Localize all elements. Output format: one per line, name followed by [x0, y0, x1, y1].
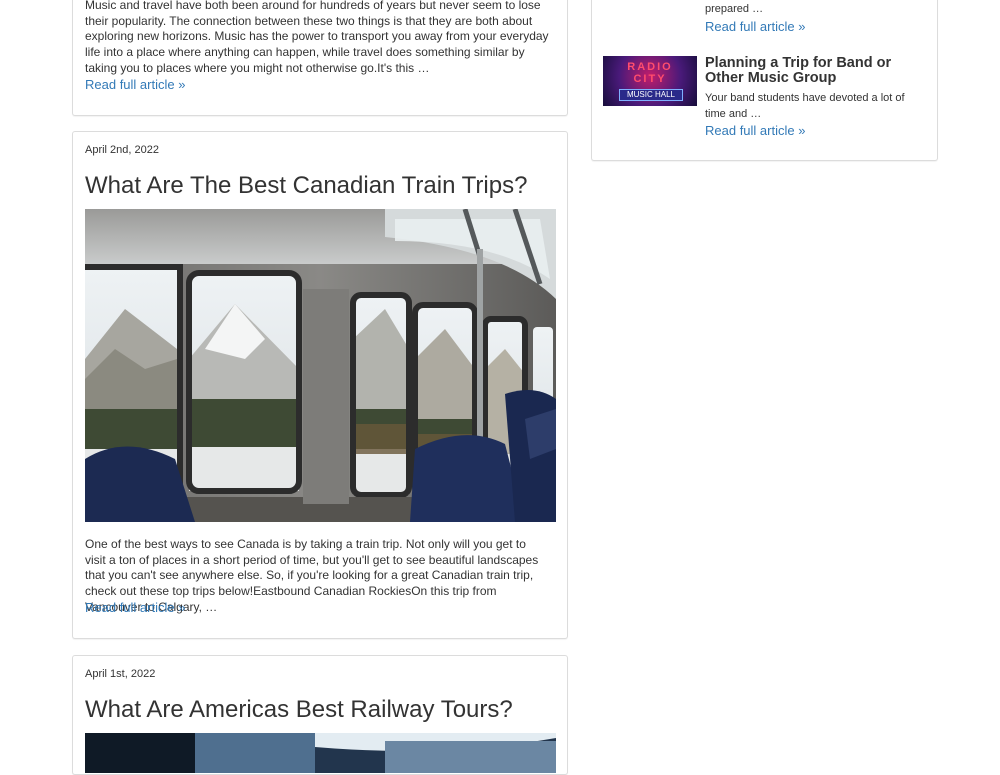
post-card: April 1st, 2022 What Are Americas Best R…	[72, 655, 568, 775]
post-card: April 2nd, 2022 What Are The Best Canadi…	[72, 131, 568, 639]
post-image[interactable]	[85, 733, 556, 773]
sidebar-read-more-link[interactable]: Read full article »	[705, 18, 805, 35]
post-date: April 2nd, 2022	[85, 144, 159, 156]
railway-tour-image	[85, 733, 556, 773]
post-image[interactable]	[85, 209, 556, 522]
sidebar-excerpt: prepared …	[705, 3, 764, 15]
read-more-link[interactable]: Read full article »	[85, 76, 185, 93]
post-date: April 1st, 2022	[85, 668, 156, 680]
sidebar-panel: prepared … Read full article » RADIO CIT…	[591, 0, 938, 161]
train-interior-image	[85, 209, 556, 522]
post-title[interactable]: What Are The Best Canadian Train Trips?	[85, 172, 527, 200]
thumbnail-sign-text-3: MUSIC HALL	[619, 89, 683, 101]
post-card: Music and travel have both been around f…	[72, 0, 568, 116]
sidebar-article-title[interactable]: Planning a Trip for Band or Other Music …	[705, 56, 925, 86]
sidebar-thumbnail[interactable]: RADIO CITY MUSIC HALL	[603, 56, 697, 106]
sidebar-read-more-link[interactable]: Read full article »	[705, 122, 805, 139]
post-title[interactable]: What Are Americas Best Railway Tours?	[85, 696, 513, 724]
thumbnail-sign-text-2: CITY	[633, 73, 667, 85]
read-more-link[interactable]: Read full article »	[85, 599, 185, 616]
post-excerpt: Music and travel have both been around f…	[85, 0, 549, 75]
sidebar-excerpt: Your band students have devoted a lot of…	[705, 92, 905, 120]
thumbnail-sign-text-1: RADIO	[627, 61, 673, 73]
